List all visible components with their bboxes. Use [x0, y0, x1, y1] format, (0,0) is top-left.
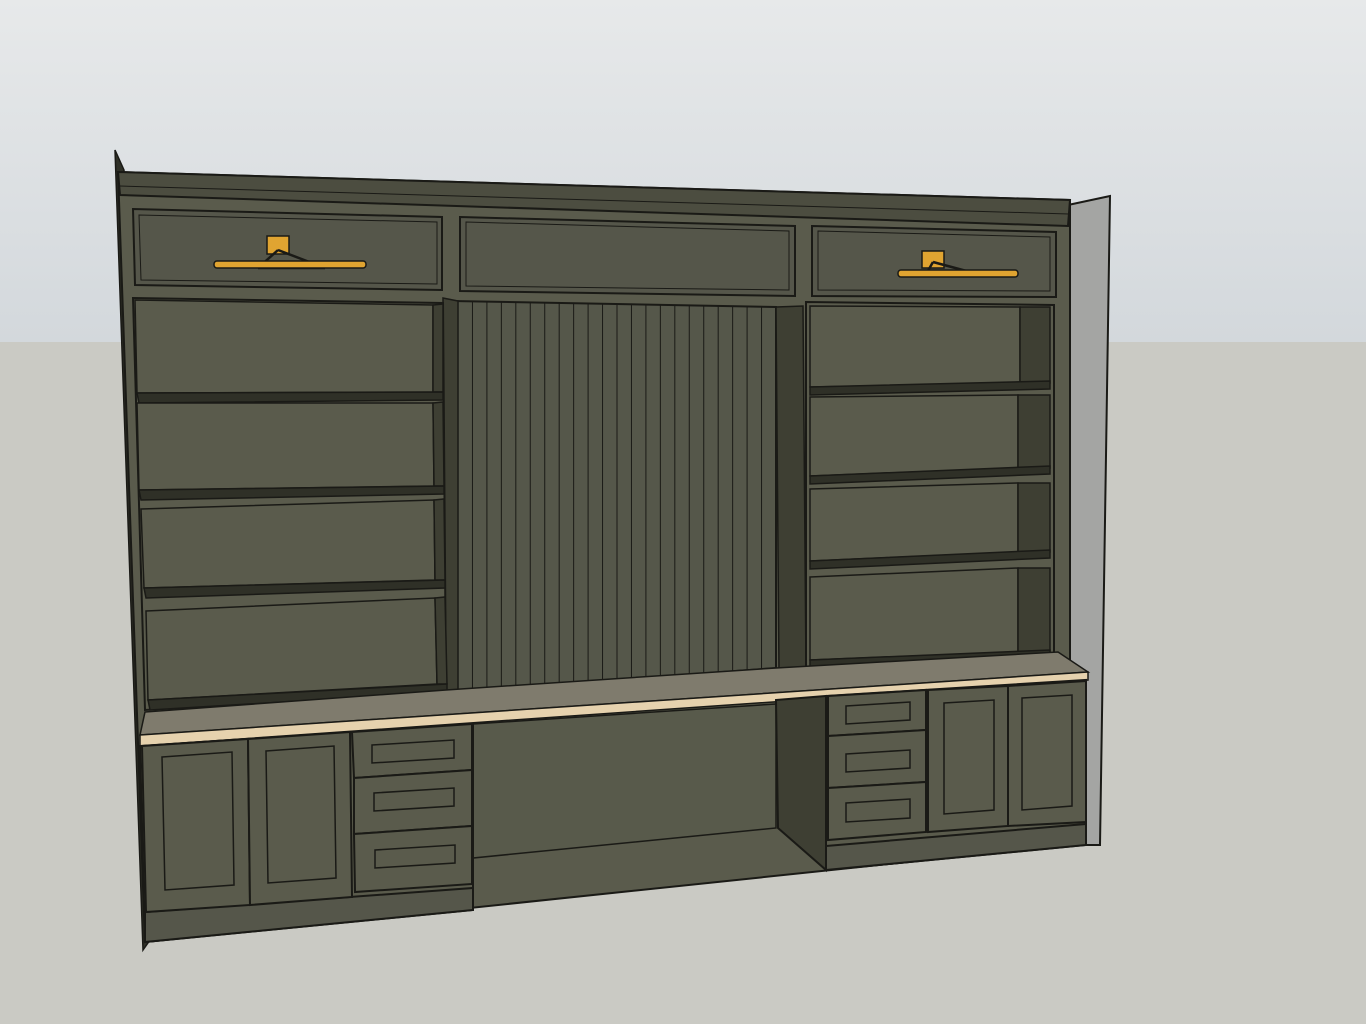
right-shelf-back [809, 305, 1021, 388]
left-shelf-back [134, 299, 434, 394]
lower-left-door-2[interactable] [246, 730, 354, 907]
right-bookshelf [805, 300, 1055, 670]
lower-right-cabinet [774, 678, 1087, 873]
left-shelf-back [140, 499, 436, 589]
lower-right-door-2[interactable] [1007, 679, 1087, 828]
picture-light-right-plate [921, 250, 945, 269]
left-shelf-side [432, 303, 444, 393]
left-shelf-back [145, 597, 438, 701]
right-shelf-back [809, 567, 1019, 661]
cabinet-scene [0, 0, 1366, 1024]
right-shelf-side [1017, 482, 1051, 553]
left-shelf-side [434, 596, 448, 685]
right-shelf-side [1017, 567, 1051, 653]
picture-light-left-bar [213, 260, 367, 269]
left-shelf-back [136, 402, 435, 491]
left-bookshelf [131, 296, 448, 712]
lower-right-drawer-3[interactable] [827, 780, 927, 842]
beadboard-recess [451, 299, 777, 694]
right-shelf-back [809, 394, 1019, 477]
lower-right-door-1[interactable] [927, 684, 1009, 834]
upper-panel-center [459, 215, 796, 298]
right-shelf-side [1017, 394, 1051, 469]
picture-light-right-bar [897, 269, 1019, 278]
left-shelf-side [433, 498, 446, 581]
beadboard-slats [471, 301, 763, 691]
left-shelf-side [432, 401, 445, 487]
lower-left-cabinet [138, 722, 474, 944]
right-shelf-back [809, 482, 1019, 562]
right-shelf-side [1019, 306, 1051, 384]
lower-right-drawer-2[interactable] [827, 728, 927, 790]
beadboard-side-right [775, 305, 807, 673]
lower-right-drawer-1[interactable] [827, 688, 927, 738]
